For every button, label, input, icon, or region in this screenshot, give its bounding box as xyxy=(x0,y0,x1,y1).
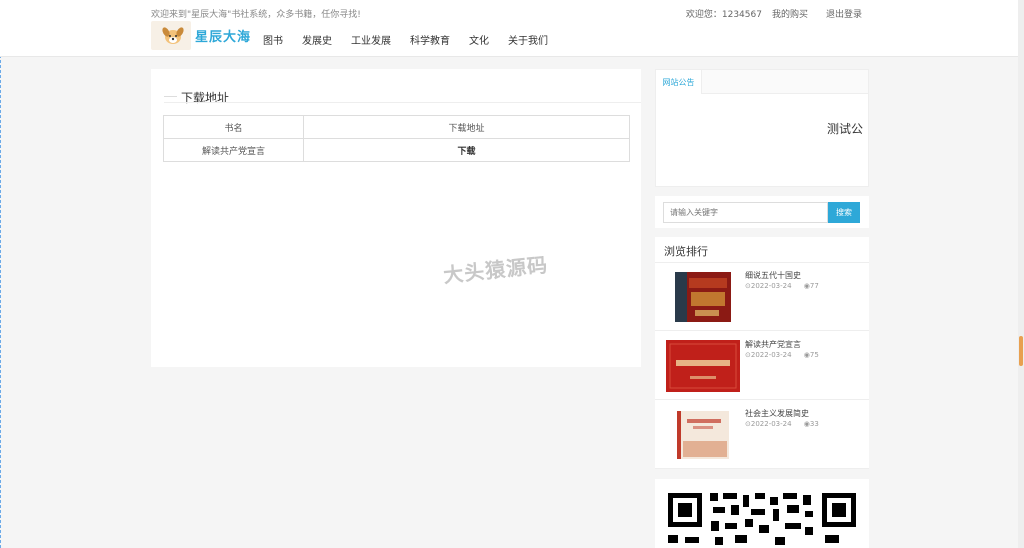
title-accent-line xyxy=(164,96,177,97)
my-purchases-link[interactable]: 我的购买 xyxy=(772,7,808,20)
logo-dog-icon xyxy=(151,21,191,50)
list-item[interactable]: 社会主义发展简史 ⊙2022-03-24 ◉33 xyxy=(655,401,869,469)
nav-item-history[interactable]: 发展史 xyxy=(302,32,332,47)
page-border xyxy=(0,0,1,548)
nav-item-industry[interactable]: 工业发展 xyxy=(351,32,391,47)
book-cover xyxy=(666,340,740,395)
logout-link[interactable]: 退出登录 xyxy=(826,7,862,20)
rank-item-views: 75 xyxy=(809,351,819,359)
qr-code-panel xyxy=(655,479,869,548)
table-header-row: 书名 下载地址 xyxy=(163,115,630,139)
rank-item-title[interactable]: 社会主义发展简史 xyxy=(745,408,809,419)
tab-notice[interactable]: 网站公告 xyxy=(656,70,702,94)
rank-item-date: 2022-03-24 xyxy=(750,351,792,359)
rank-item-meta: ⊙2022-03-24 ◉33 xyxy=(745,420,819,428)
notice-panel: 网站公告 测试公 xyxy=(655,69,869,187)
nav-item-science[interactable]: 科学教育 xyxy=(410,32,450,47)
user-greeting: 欢迎您：1234567 xyxy=(685,10,762,20)
rank-title: 浏览排行 xyxy=(664,245,708,258)
rank-item-title[interactable]: 解读共产党宣言 xyxy=(745,339,801,350)
book-cover xyxy=(677,411,729,462)
logo[interactable]: 星辰大海 xyxy=(151,21,256,50)
search-input[interactable] xyxy=(663,202,828,223)
scrollbar-thumb[interactable] xyxy=(1019,336,1023,366)
rank-item-meta: ⊙2022-03-24 ◉75 xyxy=(745,351,819,359)
qr-code-icon xyxy=(668,493,856,545)
nav-item-books[interactable]: 图书 xyxy=(263,32,283,47)
rank-item-views: 77 xyxy=(809,282,819,290)
title-divider xyxy=(164,102,641,103)
nav-item-culture[interactable]: 文化 xyxy=(469,32,489,47)
section-title: 下载地址 xyxy=(181,91,230,105)
header: 欢迎来到"星辰大海"书社系统，众多书籍，任你寻找! 欢迎您：1234567 我的… xyxy=(0,0,1024,57)
rank-item-meta: ⊙2022-03-24 ◉77 xyxy=(745,282,819,290)
rank-item-views: 33 xyxy=(809,420,819,428)
list-item[interactable]: 解读共产党宣言 ⊙2022-03-24 ◉75 xyxy=(655,332,869,400)
scrollbar[interactable] xyxy=(1018,0,1024,548)
column-header-book: 书名 xyxy=(163,115,304,139)
download-panel: 下载地址 书名 下载地址 解读共产党宣言 下载 xyxy=(151,69,641,367)
main-nav: 图书 发展史 工业发展 科学教育 文化 关于我们 xyxy=(263,32,567,47)
search-panel: 搜索 xyxy=(655,196,869,228)
list-item[interactable]: 细说五代十国史 ⊙2022-03-24 ◉77 xyxy=(655,263,869,331)
notice-content: 测试公 xyxy=(827,122,864,136)
nav-item-about[interactable]: 关于我们 xyxy=(508,32,548,47)
logo-text: 星辰大海 xyxy=(195,30,252,45)
rank-item-date: 2022-03-24 xyxy=(750,282,792,290)
book-name-cell: 解读共产党宣言 xyxy=(163,138,304,162)
rank-item-title[interactable]: 细说五代十国史 xyxy=(745,270,801,281)
download-table: 书名 下载地址 解读共产党宣言 下载 xyxy=(163,115,630,162)
welcome-text: 欢迎来到"星辰大海"书社系统，众多书籍，任你寻找! xyxy=(151,10,361,20)
rank-panel: 浏览排行 细说五代十国史 ⊙2022-03-24 ◉77 解读共产党宣言 ⊙20… xyxy=(655,237,869,469)
book-cover xyxy=(675,272,731,325)
rank-item-date: 2022-03-24 xyxy=(750,420,792,428)
download-link[interactable]: 下载 xyxy=(303,138,630,162)
user-links: 欢迎您：1234567 我的购买 退出登录 xyxy=(686,7,862,20)
table-row: 解读共产党宣言 下载 xyxy=(163,138,630,162)
search-button[interactable]: 搜索 xyxy=(828,202,860,223)
column-header-download: 下载地址 xyxy=(303,115,630,139)
